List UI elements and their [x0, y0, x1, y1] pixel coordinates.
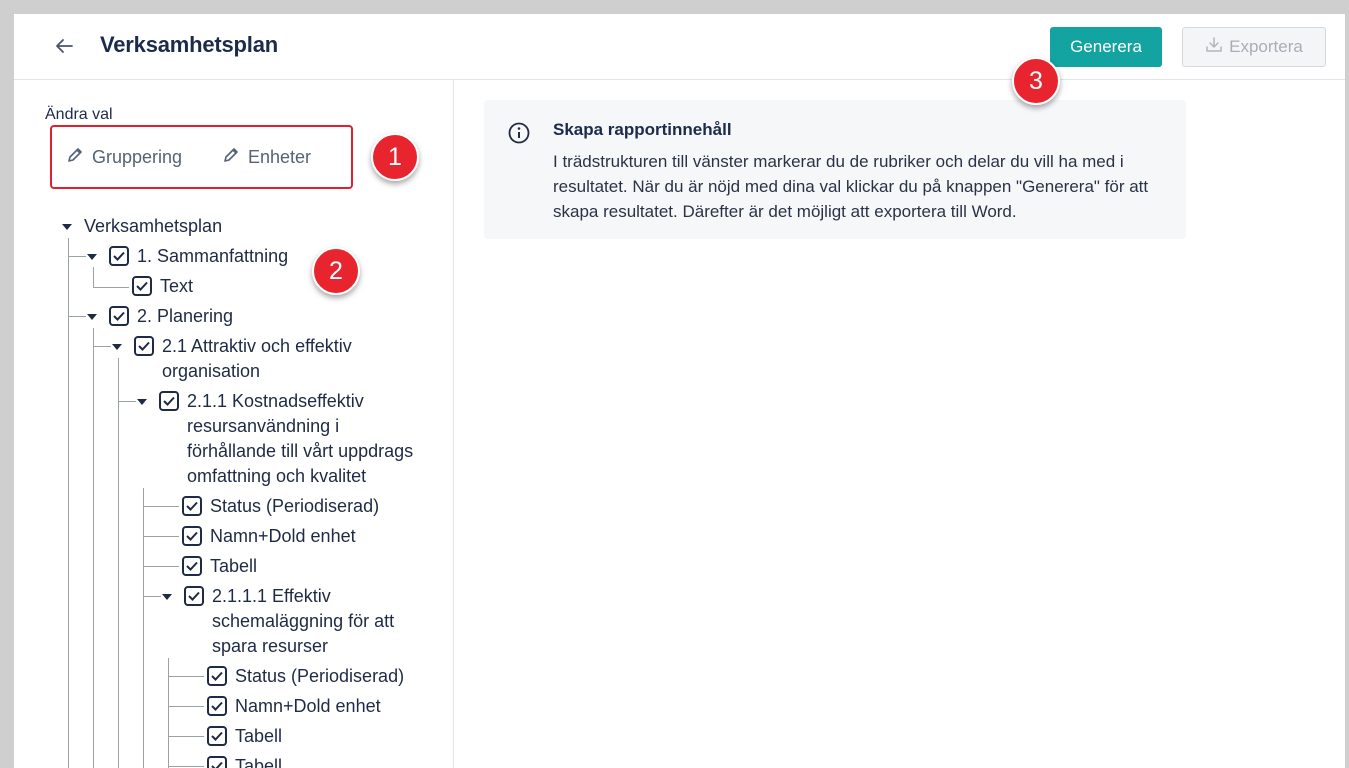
tree-connector	[68, 238, 69, 768]
tree-node-label: Namn+Dold enhet	[235, 696, 381, 716]
tree-connector	[143, 506, 179, 507]
edit-units-label: Enheter	[248, 147, 312, 167]
tree-node-root[interactable]: Verksamhetsplan	[62, 214, 222, 239]
info-card: Skapa rapportinnehåll I trädstrukturen t…	[484, 100, 1186, 239]
edit-grouping-link[interactable]: Gruppering	[66, 146, 182, 169]
tree-node-label: 1. Sammanfattning	[137, 246, 289, 266]
tree-node-label: Status (Periodiserad)	[210, 496, 380, 516]
tree-node-label: Verksamhetsplan	[84, 216, 223, 236]
tree-node[interactable]: 2.1.1 Kostnadseffektiv resursanvändning …	[137, 389, 417, 489]
checkbox-checked-icon[interactable]	[182, 556, 202, 576]
tree-node-label: Tabell	[235, 726, 283, 746]
checkbox-checked-icon[interactable]	[207, 756, 227, 768]
tree-node-label: Text	[160, 276, 194, 296]
tree-node[interactable]: Status (Periodiserad)	[207, 664, 404, 689]
tree-node-label: 2.1.1.1 Effektiv schemaläggning för att …	[212, 586, 395, 656]
annotation-badge-2: 2	[312, 247, 360, 295]
tree-node-label: Status (Periodiserad)	[235, 666, 405, 686]
tree-node-label: Tabell	[210, 556, 258, 576]
page-title: Verksamhetsplan	[100, 32, 278, 57]
caret-down-icon[interactable]	[137, 399, 147, 405]
tree-connector	[118, 401, 136, 402]
annotation-badge-3: 3	[1012, 57, 1060, 105]
section-label: Ändra val	[45, 106, 113, 123]
tree-node[interactable]: Namn+Dold enhet	[207, 694, 381, 719]
tree-node-label: 2.1.1 Kostnadseffektiv resursanvändning …	[187, 391, 414, 486]
tree-connector	[143, 488, 144, 768]
tree-node[interactable]: 2.1.1.1 Effektiv schemaläggning för att …	[162, 584, 422, 659]
tree-connector	[168, 676, 204, 677]
caret-down-icon[interactable]	[112, 344, 122, 350]
arrow-left-icon[interactable]	[52, 34, 76, 58]
tree-node[interactable]: Tabell	[207, 754, 282, 768]
tree-node[interactable]: 2. Planering	[87, 304, 233, 329]
tree-node[interactable]: 2.1 Attraktiv och effektiv organisation	[112, 334, 352, 384]
edit-units-link[interactable]: Enheter	[222, 146, 311, 169]
checkbox-checked-icon[interactable]	[132, 276, 152, 296]
tree-node[interactable]: Tabell	[182, 554, 257, 579]
app-window: Verksamhetsplan Generera Exportera Ändra…	[14, 14, 1345, 768]
tree-connector	[68, 256, 86, 257]
tree-node-label: 2.1 Attraktiv och effektiv organisation	[162, 336, 352, 381]
checkbox-checked-icon[interactable]	[134, 336, 154, 356]
tree-node-label: Tabell	[235, 756, 283, 768]
tree-connector	[143, 536, 179, 537]
caret-down-icon[interactable]	[162, 594, 172, 600]
tree-node[interactable]: Text	[132, 274, 193, 299]
tree-connector	[168, 658, 169, 768]
info-icon	[508, 122, 530, 144]
tree-connector	[143, 566, 179, 567]
tree-node[interactable]: 1. Sammanfattning	[87, 244, 288, 269]
checkbox-checked-icon[interactable]	[207, 696, 227, 716]
tree-node-label: Namn+Dold enhet	[210, 526, 356, 546]
tree-connector	[93, 346, 111, 347]
pencil-icon	[222, 146, 240, 169]
tree-connector	[93, 287, 129, 288]
tree-connector	[118, 358, 119, 768]
tree-connector	[168, 706, 204, 707]
checkbox-checked-icon[interactable]	[159, 391, 179, 411]
generate-button[interactable]: Generera	[1050, 27, 1162, 67]
pencil-icon	[66, 146, 84, 169]
tree-connector	[93, 328, 94, 768]
main-content: Skapa rapportinnehåll I trädstrukturen t…	[455, 80, 1345, 768]
checkbox-checked-icon[interactable]	[184, 586, 204, 606]
tree-connector	[168, 736, 204, 737]
checkbox-checked-icon[interactable]	[207, 666, 227, 686]
info-title: Skapa rapportinnehåll	[553, 120, 732, 139]
tree-node-label: 2. Planering	[137, 306, 234, 326]
checkbox-checked-icon[interactable]	[109, 306, 129, 326]
tree-connector	[68, 316, 86, 317]
tree-node[interactable]: Status (Periodiserad)	[182, 494, 379, 519]
checkbox-checked-icon[interactable]	[109, 246, 129, 266]
annotation-badge-1: 1	[371, 133, 419, 181]
caret-down-icon[interactable]	[87, 254, 97, 260]
sidebar: Ändra val Gruppering Enheter Verksamhets…	[14, 80, 454, 768]
download-icon	[1205, 36, 1223, 58]
tree-node[interactable]: Tabell	[207, 724, 282, 749]
tree-node[interactable]: Namn+Dold enhet	[182, 524, 356, 549]
tree-connector	[93, 267, 94, 287]
edit-grouping-label: Gruppering	[92, 147, 183, 167]
checkbox-checked-icon[interactable]	[182, 526, 202, 546]
checkbox-checked-icon[interactable]	[182, 496, 202, 516]
tree-connector	[168, 766, 204, 767]
tree-connector	[143, 596, 161, 597]
page-header: Verksamhetsplan Generera Exportera	[14, 14, 1345, 80]
export-label: Exportera	[1229, 37, 1303, 56]
info-body: I trädstrukturen till vänster markerar d…	[553, 152, 1149, 221]
checkbox-checked-icon[interactable]	[207, 726, 227, 746]
caret-down-icon[interactable]	[62, 224, 72, 230]
caret-down-icon[interactable]	[87, 314, 97, 320]
export-button[interactable]: Exportera	[1182, 27, 1326, 67]
